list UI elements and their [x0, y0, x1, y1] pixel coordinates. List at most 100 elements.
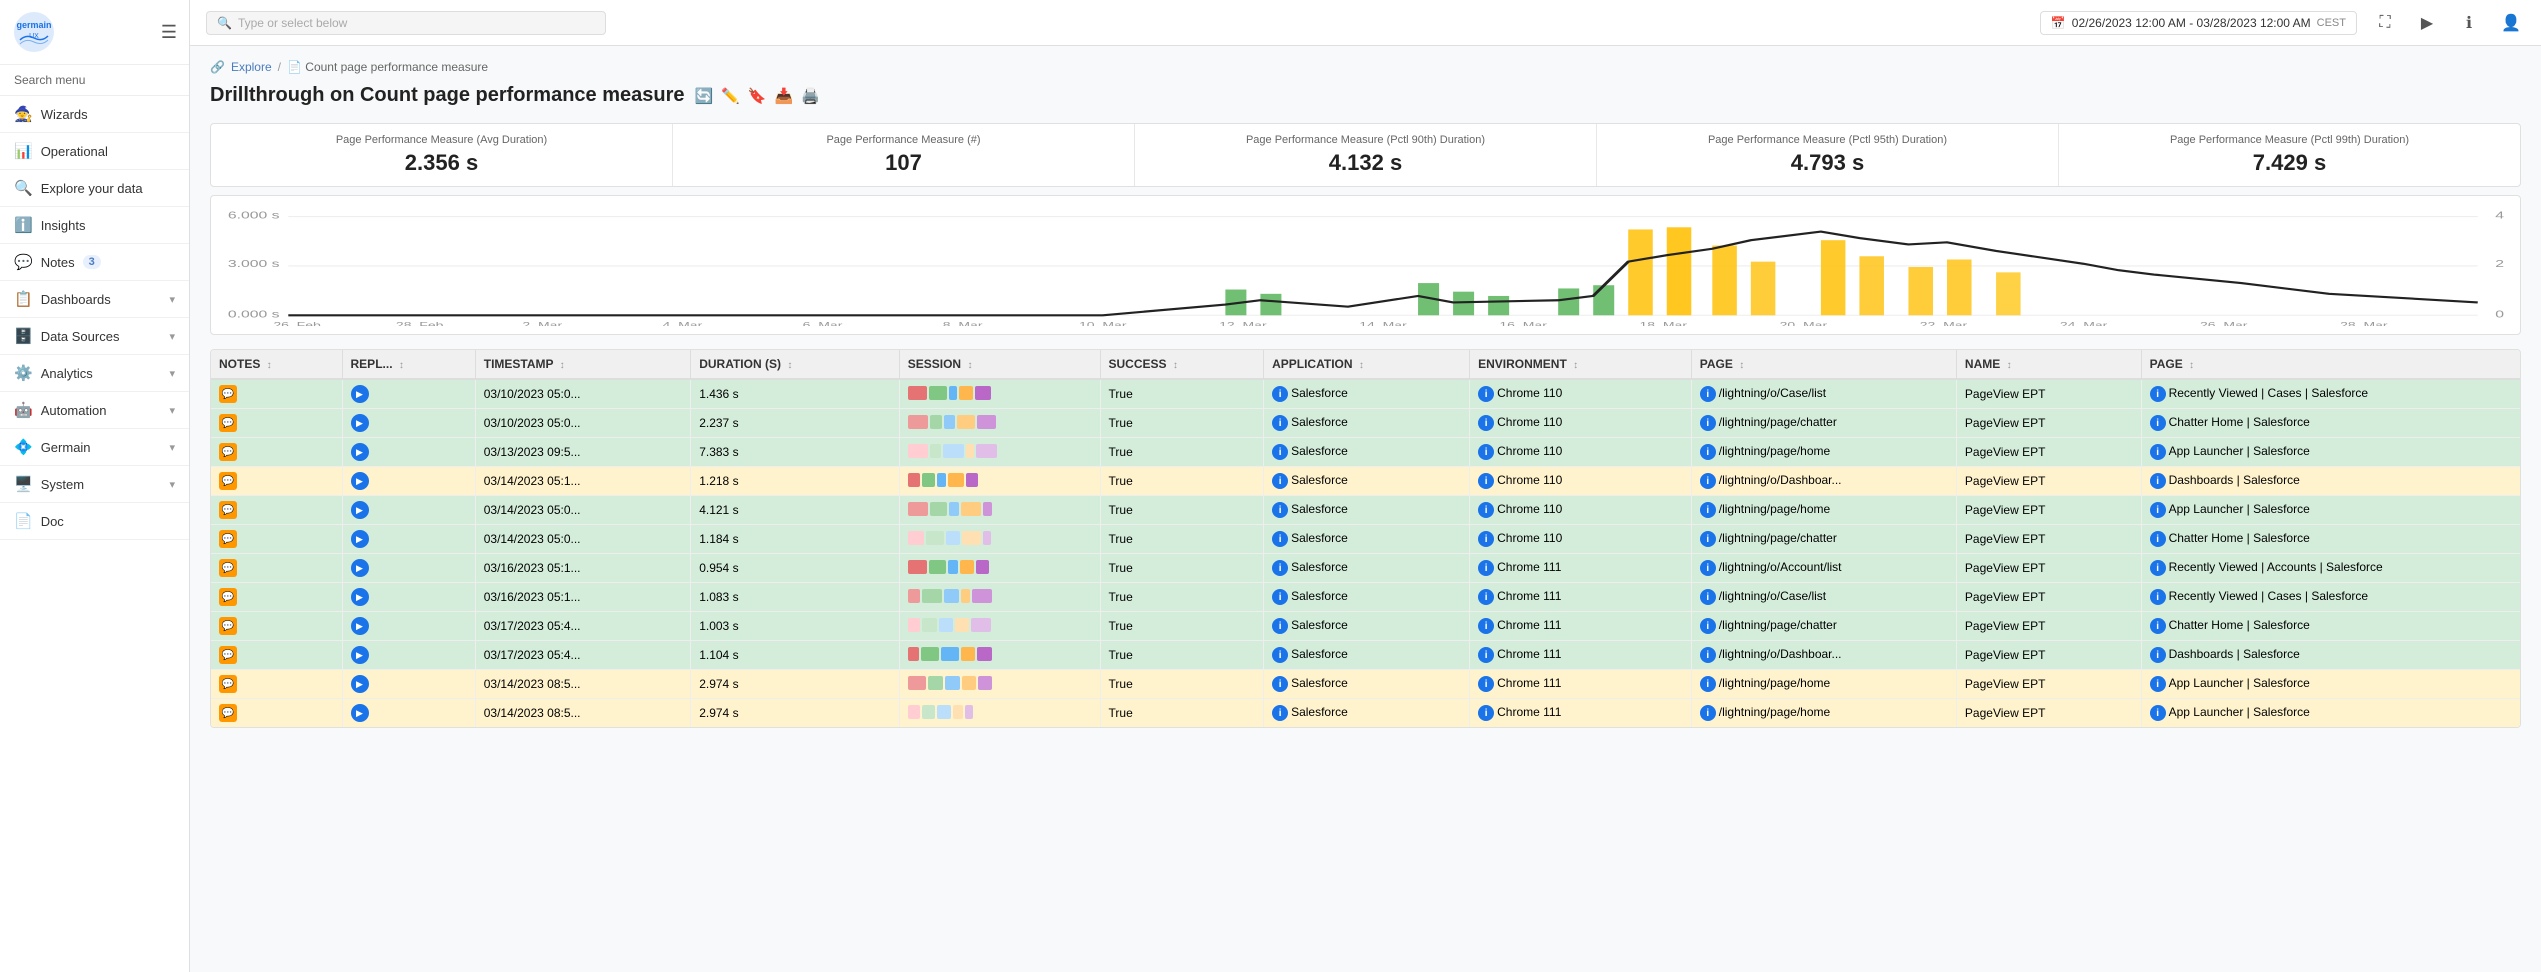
- session-segment: [975, 386, 991, 400]
- replay-icon[interactable]: ▶: [351, 646, 369, 664]
- sidebar-item-explore[interactable]: 🔍 Explore your data: [0, 170, 189, 207]
- cell-timestamp: 03/14/2023 05:1...: [475, 467, 690, 496]
- cell-session[interactable]: [899, 409, 1100, 438]
- replay-icon[interactable]: ▶: [351, 559, 369, 577]
- hamburger-icon[interactable]: ☰: [161, 22, 177, 43]
- cell-session[interactable]: [899, 583, 1100, 612]
- cell-replay[interactable]: ▶: [342, 554, 475, 583]
- cell-replay[interactable]: ▶: [342, 525, 475, 554]
- cell-replay[interactable]: ▶: [342, 438, 475, 467]
- cell-replay[interactable]: ▶: [342, 409, 475, 438]
- col-application[interactable]: APPLICATION ↕: [1264, 350, 1470, 379]
- cell-replay[interactable]: ▶: [342, 379, 475, 409]
- user-button[interactable]: 👤: [2497, 9, 2525, 37]
- cell-replay[interactable]: ▶: [342, 699, 475, 728]
- cell-notes[interactable]: 💬: [211, 525, 342, 554]
- print-icon[interactable]: 🖨️: [801, 87, 820, 105]
- cell-session[interactable]: [899, 379, 1100, 409]
- cell-notes[interactable]: 💬: [211, 554, 342, 583]
- cell-session[interactable]: [899, 670, 1100, 699]
- cell-notes[interactable]: 💬: [211, 612, 342, 641]
- sidebar-item-germain[interactable]: 💠 Germain ▾: [0, 429, 189, 466]
- col-success[interactable]: SUCCESS ↕: [1100, 350, 1264, 379]
- note-icon[interactable]: 💬: [219, 385, 237, 403]
- sidebar-item-dashboards[interactable]: 📋 Dashboards ▾: [0, 281, 189, 318]
- cell-notes[interactable]: 💬: [211, 699, 342, 728]
- note-icon[interactable]: 💬: [219, 559, 237, 577]
- sidebar-item-system[interactable]: 🖥️ System ▾: [0, 466, 189, 503]
- edit-icon[interactable]: ✏️: [721, 87, 740, 105]
- note-icon[interactable]: 💬: [219, 472, 237, 490]
- replay-icon[interactable]: ▶: [351, 704, 369, 722]
- col-environment[interactable]: ENVIRONMENT ↕: [1470, 350, 1692, 379]
- replay-icon[interactable]: ▶: [351, 501, 369, 519]
- breadcrumb-explore-link[interactable]: Explore: [231, 60, 272, 74]
- cell-notes[interactable]: 💬: [211, 379, 342, 409]
- cell-notes[interactable]: 💬: [211, 438, 342, 467]
- replay-icon[interactable]: ▶: [351, 385, 369, 403]
- sidebar-item-analytics[interactable]: ⚙️ Analytics ▾: [0, 355, 189, 392]
- info-button[interactable]: ℹ: [2455, 9, 2483, 37]
- replay-icon[interactable]: ▶: [351, 472, 369, 490]
- sidebar-item-doc[interactable]: 📄 Doc: [0, 503, 189, 540]
- note-icon[interactable]: 💬: [219, 704, 237, 722]
- col-session[interactable]: SESSION ↕: [899, 350, 1100, 379]
- svg-text:24. Mar: 24. Mar: [2060, 321, 2108, 326]
- cell-session[interactable]: [899, 467, 1100, 496]
- cell-notes[interactable]: 💬: [211, 467, 342, 496]
- sidebar-item-operational[interactable]: 📊 Operational: [0, 133, 189, 170]
- bookmark-icon[interactable]: 🔖: [748, 87, 767, 105]
- cell-notes[interactable]: 💬: [211, 670, 342, 699]
- cell-session[interactable]: [899, 496, 1100, 525]
- sidebar-item-automation[interactable]: 🤖 Automation ▾: [0, 392, 189, 429]
- cell-replay[interactable]: ▶: [342, 612, 475, 641]
- cell-replay[interactable]: ▶: [342, 467, 475, 496]
- cell-notes[interactable]: 💬: [211, 583, 342, 612]
- replay-icon[interactable]: ▶: [351, 414, 369, 432]
- download-icon[interactable]: 📥: [775, 87, 794, 105]
- replay-icon[interactable]: ▶: [351, 530, 369, 548]
- col-name[interactable]: NAME ↕: [1956, 350, 2141, 379]
- cell-session[interactable]: [899, 699, 1100, 728]
- cell-replay[interactable]: ▶: [342, 496, 475, 525]
- cell-notes[interactable]: 💬: [211, 641, 342, 670]
- cell-session[interactable]: [899, 612, 1100, 641]
- cell-session[interactable]: [899, 438, 1100, 467]
- fullscreen-button[interactable]: ⛶: [2371, 9, 2399, 37]
- col-page[interactable]: PAGE ↕: [1691, 350, 1956, 379]
- note-icon[interactable]: 💬: [219, 414, 237, 432]
- cell-session[interactable]: [899, 554, 1100, 583]
- note-icon[interactable]: 💬: [219, 501, 237, 519]
- refresh-icon[interactable]: 🔄: [695, 87, 714, 105]
- sidebar-item-insights[interactable]: ℹ️ Insights: [0, 207, 189, 244]
- cell-notes[interactable]: 💬: [211, 409, 342, 438]
- info-icon: i: [1700, 647, 1716, 663]
- sidebar-item-datasources[interactable]: 🗄️ Data Sources ▾: [0, 318, 189, 355]
- sidebar-item-notes[interactable]: 💬 Notes 3: [0, 244, 189, 281]
- note-icon[interactable]: 💬: [219, 675, 237, 693]
- note-icon[interactable]: 💬: [219, 443, 237, 461]
- date-range-picker[interactable]: 📅 02/26/2023 12:00 AM - 03/28/2023 12:00…: [2040, 11, 2357, 35]
- cell-replay[interactable]: ▶: [342, 583, 475, 612]
- col-duration[interactable]: DURATION (S) ↕: [691, 350, 900, 379]
- play-button[interactable]: ▶: [2413, 9, 2441, 37]
- sidebar-item-wizards[interactable]: 🧙 Wizards: [0, 96, 189, 133]
- col-page2[interactable]: PAGE ↕: [2141, 350, 2520, 379]
- cell-session[interactable]: [899, 641, 1100, 670]
- note-icon[interactable]: 💬: [219, 588, 237, 606]
- replay-icon[interactable]: ▶: [351, 617, 369, 635]
- note-icon[interactable]: 💬: [219, 530, 237, 548]
- note-icon[interactable]: 💬: [219, 617, 237, 635]
- cell-notes[interactable]: 💬: [211, 496, 342, 525]
- col-notes[interactable]: NOTES ↕: [211, 350, 342, 379]
- replay-icon[interactable]: ▶: [351, 588, 369, 606]
- col-timestamp[interactable]: TIMESTAMP ↕: [475, 350, 690, 379]
- replay-icon[interactable]: ▶: [351, 443, 369, 461]
- note-icon[interactable]: 💬: [219, 646, 237, 664]
- cell-session[interactable]: [899, 525, 1100, 554]
- col-repl[interactable]: REPL... ↕: [342, 350, 475, 379]
- replay-icon[interactable]: ▶: [351, 675, 369, 693]
- cell-replay[interactable]: ▶: [342, 670, 475, 699]
- global-search[interactable]: 🔍 Type or select below: [206, 11, 606, 35]
- cell-replay[interactable]: ▶: [342, 641, 475, 670]
